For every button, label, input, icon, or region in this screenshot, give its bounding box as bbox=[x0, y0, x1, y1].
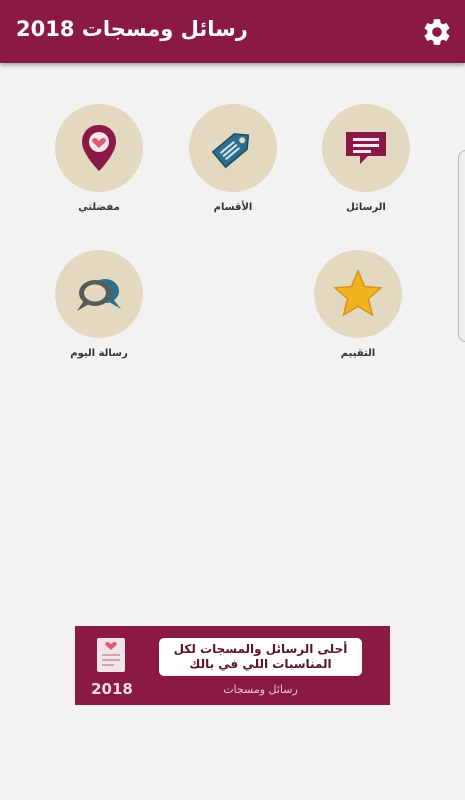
banner-subtitle: رسائل ومسجات bbox=[223, 683, 298, 696]
tile-rating-label: التقييم bbox=[340, 348, 376, 359]
settings-button[interactable] bbox=[418, 13, 456, 51]
tile-categories-label: الأقسام bbox=[213, 202, 253, 213]
tile-daily-message-label: رسالة اليوم bbox=[70, 348, 128, 359]
heart-pin-icon bbox=[82, 125, 116, 171]
banner-year: 2018 bbox=[91, 680, 133, 698]
tag-icon bbox=[211, 133, 250, 169]
app-bar: رسائل ومسجات 2018 bbox=[0, 0, 465, 63]
tile-categories-circle bbox=[189, 104, 277, 192]
tile-daily-message[interactable]: رسالة اليوم bbox=[39, 250, 159, 359]
gear-icon bbox=[424, 19, 450, 45]
tile-favorites[interactable]: مفضلتي bbox=[39, 104, 159, 213]
chat-bubbles-icon bbox=[77, 279, 121, 311]
edge-panel-handle[interactable] bbox=[458, 150, 465, 342]
tile-favorites-circle bbox=[55, 104, 143, 192]
tile-messages[interactable]: الرسائل bbox=[306, 104, 426, 213]
tile-messages-label: الرسائل bbox=[346, 202, 386, 213]
tile-daily-message-circle bbox=[55, 250, 143, 338]
tile-rating[interactable]: التقييم bbox=[298, 250, 418, 359]
document-heart-icon bbox=[97, 638, 125, 672]
tile-favorites-label: مفضلتي bbox=[78, 202, 120, 213]
app-title: رسائل ومسجات 2018 bbox=[16, 17, 248, 41]
tile-messages-circle bbox=[322, 104, 410, 192]
banner-text-panel: أحلى الرسائل والمسجات لكل المناسبات اللي… bbox=[159, 638, 362, 676]
banner-line-2: المناسبات اللي في بالك bbox=[189, 657, 332, 671]
banner-line-1: أحلى الرسائل والمسجات لكل bbox=[173, 642, 348, 656]
message-icon bbox=[346, 132, 386, 164]
tile-categories[interactable]: الأقسام bbox=[173, 104, 293, 213]
tile-rating-circle bbox=[314, 250, 402, 338]
promo-banner[interactable]: 2018 أحلى الرسائل والمسجات لكل المناسبات… bbox=[75, 626, 390, 705]
star-icon bbox=[333, 269, 383, 317]
